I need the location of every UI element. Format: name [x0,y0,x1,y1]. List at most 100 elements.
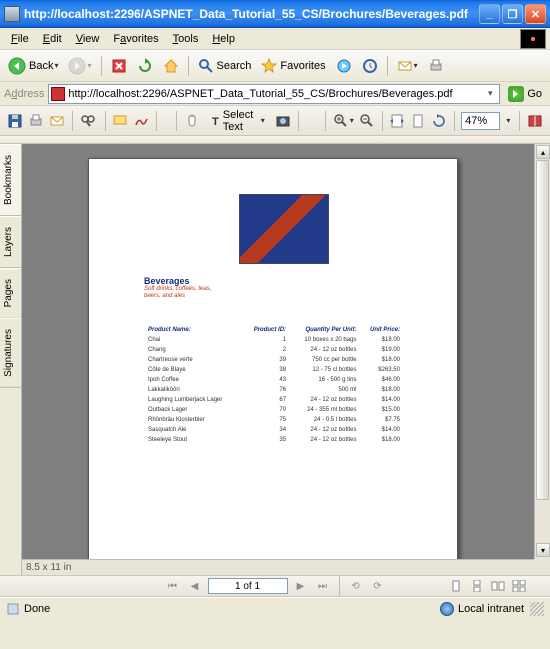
favorites-label: Favorites [280,60,325,72]
col-header: Quantity Per Unit: [290,326,358,334]
throbber-icon [520,29,546,49]
svg-text:T: T [212,116,219,128]
facing-button[interactable] [489,578,507,594]
scroll-thumb[interactable] [536,160,549,500]
address-label: Address [4,88,44,100]
menu-file[interactable]: File [4,31,36,47]
scroll-corner [534,559,550,575]
media-button[interactable] [332,55,356,77]
table-row: Chang224 - 12 oz bottles$19.00 [146,346,402,354]
scrollbar-vertical[interactable]: ▴ ▾ [534,144,550,559]
side-tabs: Bookmarks Layers Pages Signatures [0,144,22,575]
minimize-button[interactable]: _ [479,4,500,24]
continuous-button[interactable] [468,578,486,594]
window-title: http://localhost:2296/ASPNET_Data_Tutori… [24,7,479,21]
resize-grip[interactable] [530,602,544,616]
pdf-review-button[interactable] [111,109,129,133]
page-indicator[interactable]: 1 of 1 [208,578,288,594]
pdf-sign-button[interactable] [132,109,150,133]
snapshot-tool-button[interactable] [274,109,292,133]
page-dimensions: 8.5 x 11 in [26,562,71,573]
tab-layers[interactable]: Layers [0,216,21,268]
table-row: Ipoh Coffee4316 - 500 g tins$46.00 [146,376,402,384]
next-page-button[interactable]: ▶ [292,578,310,594]
history-button[interactable] [358,55,382,77]
menu-bar: File Edit View Favorites Tools Help [0,28,550,50]
zone-text: Local intranet [458,603,524,615]
rotate-button[interactable] [430,109,448,133]
forward-button[interactable]: ▾ [64,55,95,77]
app-icon [4,6,20,22]
pdf-email-button[interactable] [48,109,66,133]
beverages-image [239,194,329,264]
table-row: Steeleye Stout3524 - 12 oz bottles$18.00 [146,436,402,444]
stop-button[interactable] [107,55,131,77]
scroll-down-icon[interactable]: ▾ [536,543,550,557]
search-label: Search [217,60,252,72]
select-text-label: Select Text [223,109,260,133]
back-view-button[interactable]: ⟲ [347,578,365,594]
text-select-button[interactable]: T Select Text ▾ [204,109,271,133]
pdf-icon [51,87,65,101]
doc-subtitle: Soft drinks, coffees, teas, beers, and a… [144,286,214,300]
go-label: Go [527,88,542,100]
zoom-out-button[interactable] [358,109,376,133]
tab-pages[interactable]: Pages [0,268,21,318]
mail-button[interactable]: ▾ [393,55,422,77]
pdf-save-button[interactable] [6,109,24,133]
prev-page-button[interactable]: ◀ [186,578,204,594]
menu-tools[interactable]: Tools [166,31,206,47]
continuous-facing-button[interactable] [510,578,528,594]
zoom-field[interactable]: 47% [461,112,499,130]
tab-bookmarks[interactable]: Bookmarks [0,144,21,216]
browser-toolbar: Back ▾ ▾ Search Favorites ▾ [0,50,550,82]
chevron-down-icon[interactable]: ▾ [483,88,497,99]
menu-favorites[interactable]: Favorites [106,31,165,47]
scrollbar-horizontal[interactable]: 8.5 x 11 in [22,559,534,575]
back-label: Back [29,60,53,72]
col-header: Product ID: [244,326,288,334]
pdf-page: Beverages Soft drinks, coffees, teas, be… [88,158,458,575]
address-input[interactable] [68,88,483,100]
window-titlebar: http://localhost:2296/ASPNET_Data_Tutori… [0,0,550,28]
menu-view[interactable]: View [69,31,107,47]
done-icon [6,602,20,616]
page-canvas[interactable]: Beverages Soft drinks, coffees, teas, be… [22,144,550,575]
single-page-button[interactable] [447,578,465,594]
col-header: Unit Price: [360,326,402,334]
refresh-button[interactable] [133,55,157,77]
table-row: Outback Lager7024 - 355 ml bottles$15.00 [146,406,402,414]
ebook-button[interactable] [526,109,544,133]
first-page-button[interactable]: ⏮ [164,578,182,594]
home-button[interactable] [159,55,183,77]
tab-signatures[interactable]: Signatures [0,318,21,388]
go-icon [508,86,524,102]
menu-edit[interactable]: Edit [36,31,69,47]
zoom-in-button[interactable]: ▾ [332,109,355,133]
menu-help[interactable]: Help [205,31,242,47]
pdf-print-button[interactable] [27,109,45,133]
favorites-button[interactable]: Favorites [257,55,329,77]
table-row: Chai110 boxes x 20 bags$18.00 [146,336,402,344]
back-dropdown-icon[interactable]: ▾ [54,61,58,70]
fit-page-button[interactable] [409,109,427,133]
pdf-toolbar-spacer [0,136,550,144]
search-button[interactable]: Search [194,55,256,77]
col-header: Product Name: [146,326,242,334]
table-row: Laughing Lumberjack Lager6724 - 12 oz bo… [146,396,402,404]
page-navigator: ⏮ ◀ 1 of 1 ▶ ⏭ ⟲ ⟳ [0,575,550,597]
close-button[interactable]: ✕ [525,4,546,24]
pdf-search-button[interactable] [79,109,99,133]
doc-title: Beverages [144,276,190,286]
scroll-up-icon[interactable]: ▴ [536,145,550,159]
fit-width-button[interactable] [388,109,406,133]
restore-button[interactable]: ❐ [502,4,523,24]
hand-tool-button[interactable] [183,109,201,133]
zoom-dropdown[interactable]: ▾ [503,109,514,133]
last-page-button[interactable]: ⏭ [314,578,332,594]
address-box[interactable]: ▾ [48,84,500,104]
forward-view-button[interactable]: ⟳ [369,578,387,594]
print-button[interactable] [424,55,448,77]
back-button[interactable]: Back ▾ [4,55,62,77]
go-button[interactable]: Go [504,83,546,105]
